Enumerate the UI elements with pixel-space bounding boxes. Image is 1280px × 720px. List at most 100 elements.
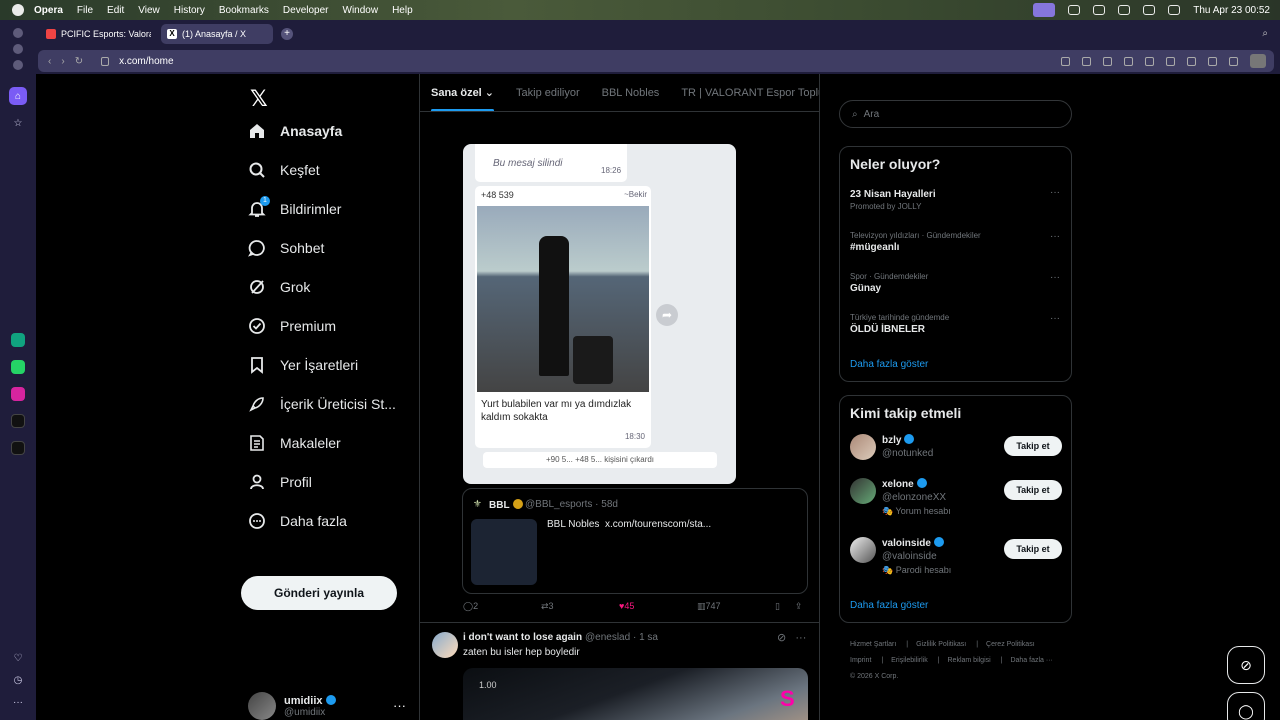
x-app-icon[interactable] (11, 441, 25, 455)
trend-item[interactable]: Türkiye tarihinde gündemde ÖLDÜ İBNELER … (850, 313, 1062, 335)
tab-following[interactable]: Takip ediliyor (505, 74, 591, 111)
post-button[interactable]: Gönderi yayınla (241, 576, 397, 610)
menu-help[interactable]: Help (392, 5, 413, 16)
footer-link[interactable]: Daha fazla ··· (1010, 657, 1052, 664)
messages-fab-button[interactable]: ◯ (1227, 692, 1265, 720)
footer-link[interactable]: Çerez Politikası (986, 641, 1035, 648)
camera-icon[interactable] (1082, 56, 1091, 66)
grok-fab-button[interactable]: ⊘ (1227, 646, 1265, 684)
menu-developer[interactable]: Developer (283, 5, 329, 16)
tab-for-you[interactable]: Sana özel ⌄ (420, 74, 505, 111)
window-close-button[interactable] (13, 28, 23, 38)
tab-bbl-nobles[interactable]: BBL Nobles (591, 74, 671, 111)
vpn-icon[interactable] (1124, 56, 1133, 66)
more-icon[interactable]: ··· (1050, 272, 1060, 283)
nav-creator-studio[interactable]: İçerik Üreticisi St... (248, 395, 396, 413)
like-button[interactable]: ♥ 45 (619, 601, 634, 611)
follow-suggestion[interactable]: valoinside @valoinside 🎭 Parodi hesabı T… (850, 537, 1062, 577)
tiktok-icon[interactable] (11, 414, 25, 428)
follow-suggestion[interactable]: xelone @elonzoneXX 🎭 Yorum hesabı Takip … (850, 478, 1062, 518)
menu-bookmarks[interactable]: Bookmarks (219, 5, 269, 16)
nav-home[interactable]: Anasayfa (248, 122, 342, 140)
status-icon[interactable] (1118, 5, 1131, 15)
more-icon[interactable]: ··· (1050, 313, 1060, 324)
tab-pcific[interactable]: PCIFIC Esports: Valorant (40, 24, 157, 44)
grok-icon[interactable]: ⊘ ··· (777, 631, 806, 644)
footer-link[interactable]: Erişilebilirlik (891, 657, 928, 664)
footer-link[interactable]: Gizlilik Politikası (916, 641, 966, 648)
menu-app[interactable]: Opera (34, 5, 63, 16)
url-text[interactable]: x.com/home (119, 56, 173, 67)
nav-notifications[interactable]: 1 Bildirimler (248, 196, 341, 218)
nav-explore[interactable]: Keşfet (248, 161, 320, 179)
home-icon[interactable]: ⌂ (9, 87, 27, 105)
share-icon[interactable]: ⇪ (795, 601, 803, 612)
show-more-link[interactable]: Daha fazla göster (850, 600, 928, 611)
follow-button[interactable]: Takip et (1004, 539, 1062, 559)
repost-button[interactable]: ⇄ 3 (541, 601, 554, 612)
apple-icon[interactable] (12, 4, 24, 16)
screen-share-icon[interactable] (1033, 3, 1056, 17)
post-image[interactable]: 1.00 S (463, 668, 808, 720)
tab-tr-valorant[interactable]: TR | VALORANT Espor Topluluğu (670, 74, 819, 111)
nav-more[interactable]: Daha fazla (248, 512, 347, 530)
x-logo-icon[interactable]: 𝕏 (250, 86, 268, 112)
whatsapp-icon[interactable] (11, 360, 25, 374)
post-meta[interactable]: @eneslad · 1 sa (585, 632, 658, 643)
trend-item[interactable]: Televizyon yıldızları · Gündemdekiler #m… (850, 231, 1062, 253)
back-icon[interactable]: ‹ (48, 56, 51, 67)
battery-icon[interactable] (1143, 5, 1156, 15)
status-icon[interactable] (1068, 5, 1081, 15)
menu-view[interactable]: View (138, 5, 160, 16)
more-icon[interactable]: ··· (9, 693, 27, 711)
views-button[interactable]: ▥ 747 (697, 601, 721, 612)
play-icon[interactable] (1145, 56, 1154, 66)
profile-avatar[interactable] (1250, 54, 1266, 68)
footer-link[interactable]: Imprint (850, 657, 871, 664)
pin-icon[interactable]: ☆ (9, 114, 27, 132)
more-icon[interactable]: ··· (1050, 231, 1060, 242)
new-tab-button[interactable]: + (281, 28, 293, 40)
menu-file[interactable]: File (77, 5, 93, 16)
wifi-icon[interactable] (1168, 5, 1181, 15)
menu-edit[interactable]: Edit (107, 5, 124, 16)
follow-suggestion[interactable]: bzly @notunked Takip et (850, 434, 1062, 474)
download-icon[interactable] (1208, 56, 1217, 66)
address-bar[interactable]: ‹ › ↻ x.com/home (38, 50, 1274, 72)
nav-premium[interactable]: Premium (248, 317, 336, 335)
window-zoom-button[interactable] (13, 60, 23, 70)
lock-icon[interactable] (101, 56, 110, 66)
reload-icon[interactable]: ↻ (75, 56, 83, 67)
post-author[interactable]: i don't want to lose again (463, 632, 582, 643)
status-icon[interactable] (1093, 5, 1106, 15)
follow-button[interactable]: Takip et (1004, 480, 1062, 500)
heart-icon[interactable] (1166, 56, 1175, 66)
forward-icon[interactable]: › (61, 56, 64, 67)
tab-search-icon[interactable]: ⌕ (1262, 28, 1268, 39)
instagram-icon[interactable] (11, 387, 25, 401)
tab-x-home[interactable]: X (1) Anasayfa / X (161, 24, 273, 44)
nav-bookmarks[interactable]: Yer İşaretleri (248, 356, 358, 374)
edit-icon[interactable] (1061, 56, 1070, 66)
menu-window[interactable]: Window (343, 5, 379, 16)
trend-item[interactable]: 23 Nisan Hayalleri Promoted by JOLLY ··· (850, 187, 1062, 211)
nav-articles[interactable]: Makaleler (248, 434, 341, 452)
bookmark-icon[interactable]: ▯ (775, 601, 780, 612)
window-minimize-button[interactable] (13, 44, 23, 54)
cube-icon[interactable] (1187, 56, 1196, 66)
heart-icon[interactable]: ♡ (9, 649, 27, 667)
trend-item[interactable]: Spor · Gündemdekiler Günay ··· (850, 272, 1062, 294)
avatar[interactable] (432, 632, 458, 658)
show-more-link[interactable]: Daha fazla göster (850, 359, 928, 370)
more-icon[interactable]: ··· (393, 698, 406, 713)
chatgpt-icon[interactable] (11, 333, 25, 347)
reply-button[interactable]: ◯ 2 (463, 601, 478, 612)
follow-button[interactable]: Takip et (1004, 436, 1062, 456)
shield-icon[interactable] (1103, 56, 1112, 66)
nav-chat[interactable]: Sohbet (248, 239, 324, 257)
quoted-post[interactable]: ⚜ BBL @BBL_esports · 58d BBL Nobles x.co… (462, 488, 808, 594)
menu-icon[interactable] (1229, 56, 1238, 66)
nav-profile[interactable]: Profil (248, 473, 312, 491)
more-icon[interactable]: ··· (1050, 187, 1060, 198)
post-image[interactable]: Bu mesaj silindi 18:26 +48 539 ~Bekir Yu… (463, 144, 736, 484)
